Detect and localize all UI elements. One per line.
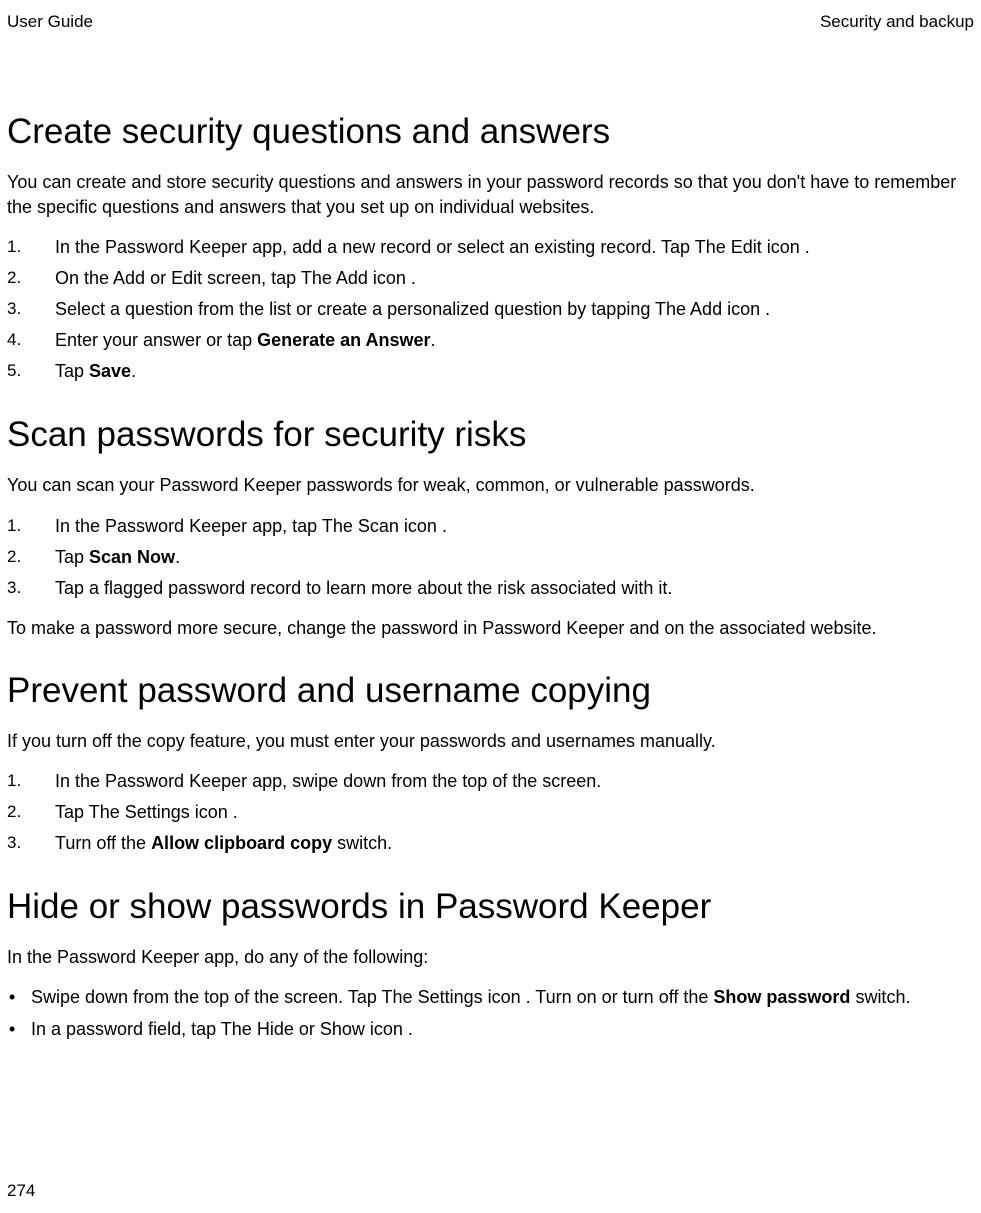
section3-intro: If you turn off the copy feature, you mu… (7, 729, 974, 754)
step-text: Tap (55, 547, 89, 567)
step-text: . (406, 268, 416, 288)
header-left: User Guide (7, 12, 93, 32)
step-text: Tap a flagged password record to learn m… (55, 578, 672, 598)
step-text: . (131, 361, 136, 381)
section2-intro: You can scan your Password Keeper passwo… (7, 473, 974, 498)
header-right: Security and backup (820, 12, 974, 32)
list-item: Select a question from the list or creat… (7, 296, 974, 323)
step-bold: Allow clipboard copy (151, 833, 332, 853)
section1-intro: You can create and store security questi… (7, 170, 974, 220)
section3-steps: In the Password Keeper app, swipe down f… (7, 768, 974, 857)
section4-bullets: Swipe down from the top of the screen. T… (7, 984, 974, 1044)
list-item: Tap Scan Now. (7, 544, 974, 571)
step-text: Enter your answer or tap (55, 330, 257, 350)
bullet-text: In a password field, tap (31, 1019, 221, 1039)
section-heading-create-security-questions: Create security questions and answers (7, 112, 974, 152)
settings-icon: The Settings icon (382, 987, 521, 1007)
list-item: In a password field, tap The Hide or Sho… (7, 1016, 974, 1044)
list-item: Turn off the Allow clipboard copy switch… (7, 830, 974, 857)
step-text: In the Password Keeper app, add a new re… (55, 237, 695, 257)
section-heading-hide-show-passwords: Hide or show passwords in Password Keepe… (7, 887, 974, 927)
step-text: . (437, 516, 447, 536)
list-item: In the Password Keeper app, add a new re… (7, 234, 974, 261)
step-text: Select a question from the list or creat… (55, 299, 655, 319)
page-number: 274 (7, 1181, 35, 1201)
step-text: In the Password Keeper app, swipe down f… (55, 771, 601, 791)
step-bold: Generate an Answer (257, 330, 430, 350)
bullet-text: switch. (850, 987, 910, 1007)
section-heading-prevent-copying: Prevent password and username copying (7, 671, 974, 711)
section1-steps: In the Password Keeper app, add a new re… (7, 234, 974, 385)
hide-or-show-icon: The Hide or Show icon (221, 1019, 403, 1039)
page-header: User Guide Security and backup (7, 12, 974, 32)
step-bold: Save (89, 361, 131, 381)
step-text: . (175, 547, 180, 567)
step-bold: Scan Now (89, 547, 175, 567)
settings-icon: The Settings icon (89, 802, 228, 822)
section2-after: To make a password more secure, change t… (7, 616, 974, 641)
list-item: In the Password Keeper app, swipe down f… (7, 768, 974, 795)
list-item: Swipe down from the top of the screen. T… (7, 984, 974, 1012)
step-text: switch. (332, 833, 392, 853)
section4-intro: In the Password Keeper app, do any of th… (7, 945, 974, 970)
step-text: . (228, 802, 238, 822)
step-text: . (431, 330, 436, 350)
scan-icon: The Scan icon (322, 516, 437, 536)
list-item: Tap Save. (7, 358, 974, 385)
bullet-bold: Show password (713, 987, 850, 1007)
step-text: Tap (55, 802, 89, 822)
step-text: . (800, 237, 810, 257)
list-item: Tap a flagged password record to learn m… (7, 575, 974, 602)
section2-steps: In the Password Keeper app, tap The Scan… (7, 513, 974, 602)
list-item: In the Password Keeper app, tap The Scan… (7, 513, 974, 540)
step-text: In the Password Keeper app, tap (55, 516, 322, 536)
bullet-text: . Turn on or turn off the (521, 987, 714, 1007)
step-text: Turn off the (55, 833, 151, 853)
bullet-text: Swipe down from the top of the screen. T… (31, 987, 382, 1007)
edit-icon: The Edit icon (695, 237, 800, 257)
step-text: . (760, 299, 770, 319)
step-text: On the Add or Edit screen, tap (55, 268, 301, 288)
add-icon: The Add icon (301, 268, 406, 288)
step-text: Tap (55, 361, 89, 381)
list-item: On the Add or Edit screen, tap The Add i… (7, 265, 974, 292)
section-heading-scan-passwords: Scan passwords for security risks (7, 415, 974, 455)
bullet-text: . (403, 1019, 413, 1039)
list-item: Enter your answer or tap Generate an Ans… (7, 327, 974, 354)
add-icon: The Add icon (655, 299, 760, 319)
list-item: Tap The Settings icon . (7, 799, 974, 826)
